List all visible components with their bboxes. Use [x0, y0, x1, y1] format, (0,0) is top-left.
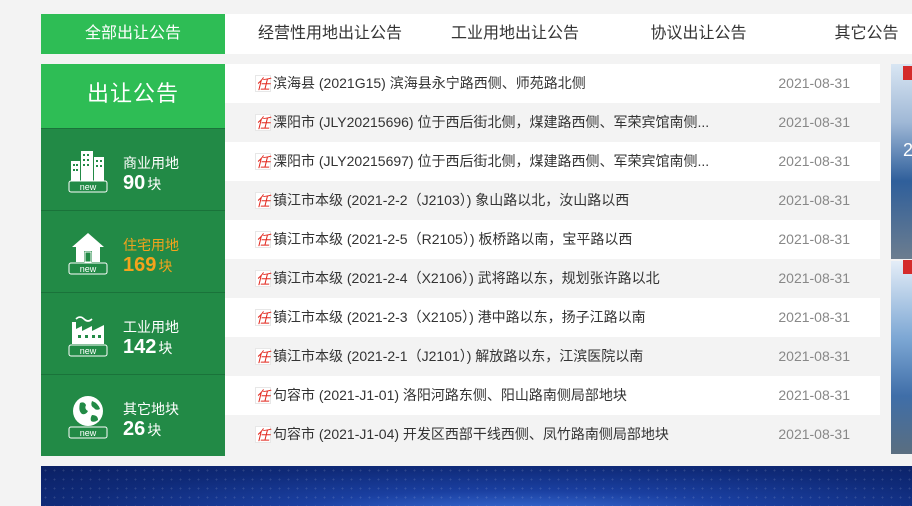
notice-date: 2021-08-31	[778, 153, 850, 169]
factory-icon: new	[68, 313, 108, 357]
category-name: 住宅用地	[123, 237, 179, 253]
notice-badge: 任	[255, 153, 271, 170]
notice-tab-bar: 全部出让公告 经营性用地出让公告 工业用地出让公告 协议出让公告 其它公告	[41, 14, 912, 54]
sidebar-title: 出让公告	[41, 64, 225, 128]
svg-text:new: new	[80, 264, 97, 274]
category-industrial[interactable]: new 工业用地 142 块	[41, 292, 225, 374]
category-name: 商业用地	[123, 155, 179, 171]
notice-row[interactable]: 任 溧阳市 (JLY20215696) 位于西后街北侧，煤建路西侧、军荣宾馆南侧…	[225, 103, 880, 142]
category-count: 26 块	[123, 418, 162, 440]
notice-badge: 任	[255, 309, 271, 326]
notice-title-link[interactable]: 镇江市本级 (2021-2-3（X2105）) 港中路以东，扬子江路以南	[273, 298, 743, 337]
notice-title-link[interactable]: 句容市 (2021-J1-04) 开发区西部干线西侧、凤竹路南侧局部地块	[273, 415, 743, 454]
banner-image[interactable]	[891, 64, 912, 259]
notice-date: 2021-08-31	[778, 75, 850, 91]
notice-badge: 任	[255, 192, 271, 209]
globe-icon: new	[68, 395, 108, 439]
notice-badge: 任	[255, 231, 271, 248]
notice-row[interactable]: 任 溧阳市 (JLY20215697) 位于西后街北侧，煤建路西侧、军荣宾馆南侧…	[225, 142, 880, 181]
category-count: 169 块	[123, 254, 173, 276]
tab-all-notices[interactable]: 全部出让公告	[41, 14, 225, 54]
notice-title-link[interactable]: 镇江市本级 (2021-2-4（X2106）) 武将路以东，规划张许路以北	[273, 259, 743, 298]
notice-row[interactable]: 任 镇江市本级 (2021-2-1（J2101）) 解放路以东，江滨医院以南 2…	[225, 337, 880, 376]
buildings-icon: new	[68, 149, 108, 193]
notice-title-link[interactable]: 溧阳市 (JLY20215697) 位于西后街北侧，煤建路西侧、军荣宾馆南侧..…	[273, 142, 743, 181]
svg-text:new: new	[80, 346, 97, 356]
category-name: 工业用地	[123, 319, 179, 335]
category-name: 其它地块	[123, 401, 179, 417]
notice-badge: 任	[255, 75, 271, 92]
svg-text:new: new	[80, 428, 97, 438]
category-sidebar: 出让公告 new 商业用地 90 块 new 住宅用地 169 块 new 工业…	[41, 64, 225, 456]
tab-agreement-notices[interactable]: 协议出让公告	[611, 14, 786, 54]
house-icon: new	[68, 231, 108, 275]
notice-title-link[interactable]: 镇江市本级 (2021-2-1（J2101）) 解放路以东，江滨医院以南	[273, 337, 743, 376]
notice-title-link[interactable]: 镇江市本级 (2021-2-5（R2105）) 板桥路以南，宝平路以西	[273, 220, 743, 259]
notice-list: 任 滨海县 (2021G15) 滨海县永宁路西侧、师苑路北侧 2021-08-3…	[225, 64, 880, 454]
notice-row[interactable]: 任 滨海县 (2021G15) 滨海县永宁路西侧、师苑路北侧 2021-08-3…	[225, 64, 880, 103]
tab-industrial-notices[interactable]: 工业用地出让公告	[415, 14, 615, 54]
notice-title-link[interactable]: 滨海县 (2021G15) 滨海县永宁路西侧、师苑路北侧	[273, 64, 743, 103]
tab-other-notices[interactable]: 其它公告	[821, 14, 912, 54]
category-count: 90 块	[123, 172, 162, 194]
notice-row[interactable]: 任 镇江市本级 (2021-2-5（R2105）) 板桥路以南，宝平路以西 20…	[225, 220, 880, 259]
notice-date: 2021-08-31	[778, 309, 850, 325]
notice-row[interactable]: 任 句容市 (2021-J1-04) 开发区西部干线西侧、凤竹路南侧局部地块 2…	[225, 415, 880, 454]
page: 全部出让公告 经营性用地出让公告 工业用地出让公告 协议出让公告 其它公告 出让…	[0, 0, 912, 506]
notice-badge: 任	[255, 348, 271, 365]
notice-date: 2021-08-31	[778, 426, 850, 442]
notice-row[interactable]: 任 镇江市本级 (2021-2-4（X2106）) 武将路以东，规划张许路以北 …	[225, 259, 880, 298]
tab-commercial-notices[interactable]: 经营性用地出让公告	[225, 14, 435, 54]
notice-title-link[interactable]: 镇江市本级 (2021-2-2（J2103）) 象山路以北，汝山路以西	[273, 181, 743, 220]
notice-date: 2021-08-31	[778, 348, 850, 364]
notice-date: 2021-08-31	[778, 387, 850, 403]
notice-date: 2021-08-31	[778, 270, 850, 286]
notice-title-link[interactable]: 溧阳市 (JLY20215696) 位于西后街北侧，煤建路西侧、军荣宾馆南侧..…	[273, 103, 743, 142]
notice-title-link[interactable]: 句容市 (2021-J1-01) 洛阳河路东侧、阳山路南侧局部地块	[273, 376, 743, 415]
notice-row[interactable]: 任 句容市 (2021-J1-01) 洛阳河路东侧、阳山路南侧局部地块 2021…	[225, 376, 880, 415]
notice-row[interactable]: 任 镇江市本级 (2021-2-3（X2105）) 港中路以东，扬子江路以南 2…	[225, 298, 880, 337]
banner-image[interactable]	[891, 261, 912, 454]
category-count: 142 块	[123, 336, 173, 358]
notice-badge: 任	[255, 387, 271, 404]
category-other[interactable]: new 其它地块 26 块	[41, 374, 225, 456]
side-banner-images[interactable]: 2	[891, 64, 912, 454]
notice-date: 2021-08-31	[778, 231, 850, 247]
notice-badge: 任	[255, 426, 271, 443]
new-badge-text: new	[80, 182, 97, 192]
notice-badge: 任	[255, 270, 271, 287]
category-commercial[interactable]: new 商业用地 90 块	[41, 128, 225, 210]
banner-tag	[903, 260, 912, 274]
notice-row[interactable]: 任 镇江市本级 (2021-2-2（J2103）) 象山路以北，汝山路以西 20…	[225, 181, 880, 220]
banner-tag	[903, 66, 912, 80]
banner-pattern	[41, 466, 912, 506]
notice-badge: 任	[255, 114, 271, 131]
category-residential[interactable]: new 住宅用地 169 块	[41, 210, 225, 292]
notice-date: 2021-08-31	[778, 114, 850, 130]
bottom-banner[interactable]	[41, 466, 912, 506]
notice-date: 2021-08-31	[778, 192, 850, 208]
banner-text: 2	[903, 140, 912, 160]
